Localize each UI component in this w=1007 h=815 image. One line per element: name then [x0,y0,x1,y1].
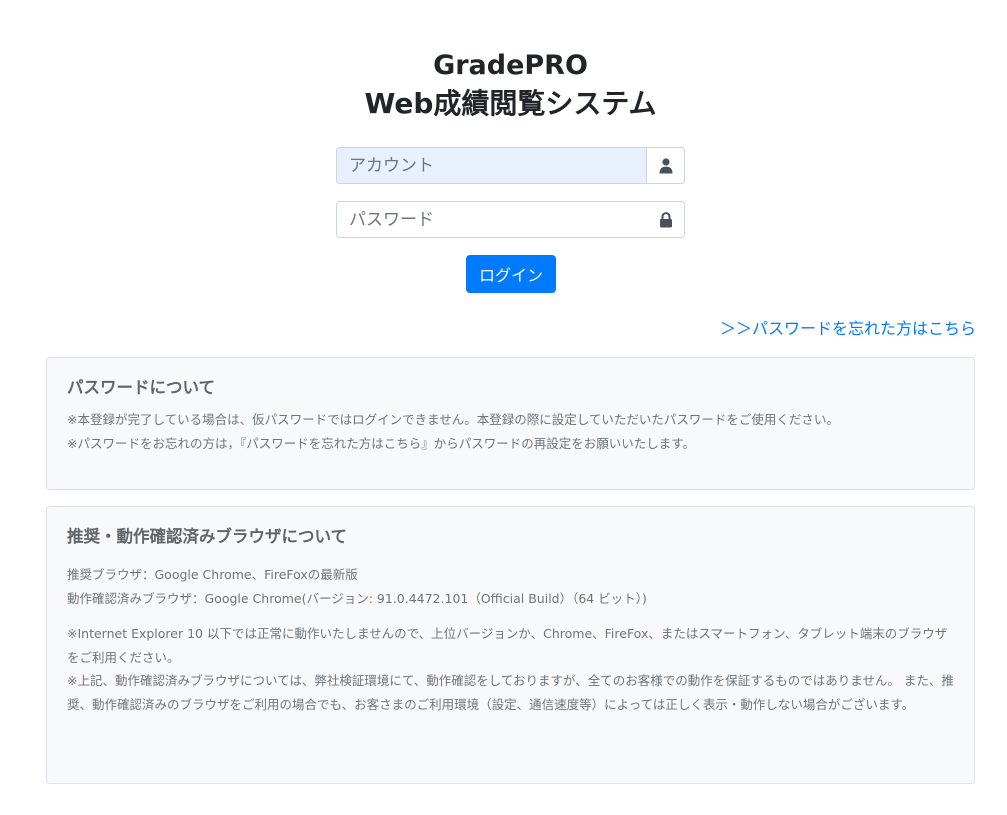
disclaimer-note: ※上記、動作確認済みブラウザについては、弊社検証環境にて、動作確認をしております… [67,673,954,712]
ie-support-note: ※Internet Explorer 10 以下では正常に動作いたしませんので、… [67,626,948,665]
user-icon [646,148,684,183]
password-notice-line: ※本登録が完了している場合は、仮パスワードではログインできません。本登録の際に設… [67,412,839,427]
account-input-group [336,147,685,184]
app-subtitle: Web成績閲覧システム [364,87,657,120]
verified-browser-text: 動作確認済みブラウザ：Google Chrome(バージョン: 91.0.447… [67,590,647,606]
password-input-group [336,201,685,238]
login-button[interactable]: ログイン [466,255,556,293]
password-notice-card: パスワードについて ※本登録が完了している場合は、仮パスワードではログインできま… [46,357,975,490]
title-block: GradePRO Web成績閲覧システム [0,48,1007,124]
password-notice-title: パスワードについて [67,378,216,397]
account-input[interactable] [337,148,646,183]
lock-icon [647,202,684,237]
password-input[interactable] [337,202,647,237]
recommended-browser-text: 推奨ブラウザ：Google Chrome、FireFoxの最新版 [67,567,358,582]
app-name: GradePRO [433,50,588,81]
browser-notice-title: 推奨・動作確認済みブラウザについて [67,527,348,546]
password-notice-line: ※パスワードをお忘れの方は，『パスワードを忘れた方はこちら』からパスワードの再設… [67,435,695,451]
browser-notice-card: 推奨・動作確認済みブラウザについて 推奨ブラウザ：Google Chrome、F… [46,506,975,784]
login-page: GradePRO Web成績閲覧システム ログイン ＞＞パスワードを忘れた方はこ… [0,0,1007,815]
forgot-password-link[interactable]: ＞＞パスワードを忘れた方はこちら [720,318,976,340]
